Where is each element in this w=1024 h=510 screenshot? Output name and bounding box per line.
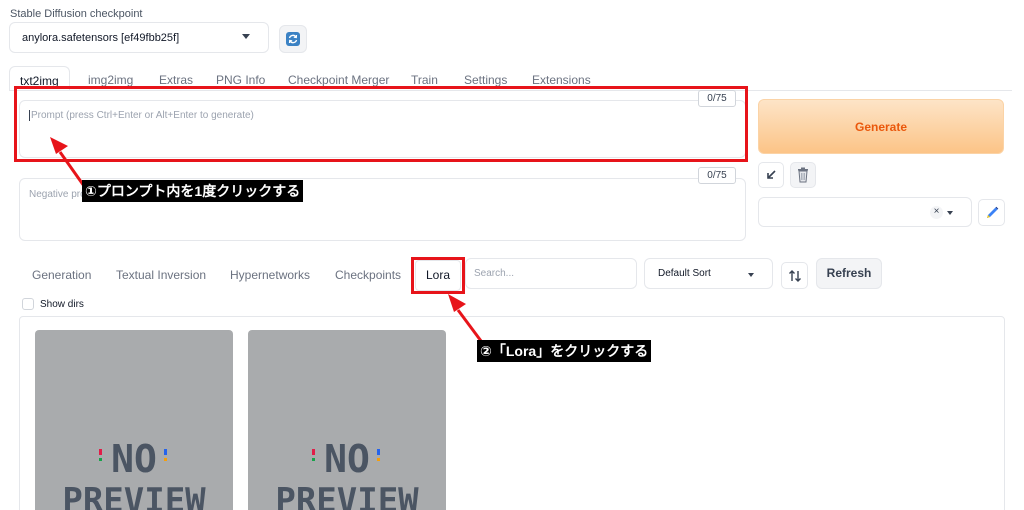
annotation-arrows: [50, 137, 486, 346]
annotation-step2-label: ②「Lora」をクリックする: [477, 340, 652, 362]
arrow-to-lora: [448, 294, 486, 346]
arrow-to-prompt: [50, 137, 86, 187]
annotation-step1-label: ①プロンプト内を1度クリックする: [82, 180, 304, 202]
